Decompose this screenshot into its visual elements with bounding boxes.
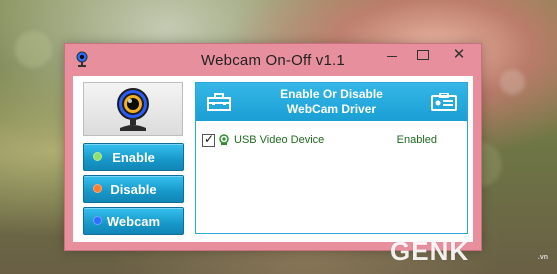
maximize-button[interactable]	[407, 44, 437, 66]
driver-panel-header: Enable Or Disable WebCam Driver	[196, 83, 467, 121]
enable-button-label: Enable	[112, 150, 155, 165]
driver-panel: Enable Or Disable WebCam Driver ✓ USB Vi…	[195, 82, 468, 234]
window-controls: ✕	[377, 44, 481, 76]
watermark-text: GENK	[390, 236, 470, 266]
close-button[interactable]: ✕	[437, 44, 481, 66]
device-status: Enabled	[396, 134, 437, 146]
watermark-subtext: .vn	[537, 254, 548, 261]
webcam-button[interactable]: Webcam	[83, 207, 184, 235]
id-card-icon	[431, 93, 457, 111]
app-window: Webcam On-Off v1.1 ✕ Enable Disable Webc…	[64, 43, 482, 251]
maximize-icon	[417, 50, 429, 60]
disable-button-label: Disable	[110, 182, 157, 197]
close-icon: ✕	[452, 46, 466, 63]
disable-button[interactable]: Disable	[83, 175, 184, 203]
device-enabled-checkbox[interactable]: ✓	[202, 132, 215, 147]
watermark: GENK .vn	[390, 236, 550, 266]
driver-panel-title-line1: Enable Or Disable	[280, 87, 383, 101]
checkmark-icon: ✓	[204, 132, 215, 146]
minimize-icon	[387, 56, 397, 57]
webcam-icon	[117, 88, 149, 131]
minimize-button[interactable]	[377, 44, 407, 66]
device-list-item[interactable]: ✓ USB Video Device Enabled	[202, 132, 459, 150]
window-client-area: Enable Disable Webcam Enable Or Disable …	[73, 76, 473, 242]
driver-panel-title-line2: WebCam Driver	[286, 102, 377, 116]
webcam-button-label: Webcam	[106, 214, 161, 229]
title-bar[interactable]: Webcam On-Off v1.1 ✕	[65, 44, 481, 76]
webcam-preview-tile	[83, 82, 183, 136]
webcam-small-icon	[219, 134, 229, 145]
enable-button[interactable]: Enable	[83, 143, 184, 171]
device-name: USB Video Device	[234, 134, 325, 146]
